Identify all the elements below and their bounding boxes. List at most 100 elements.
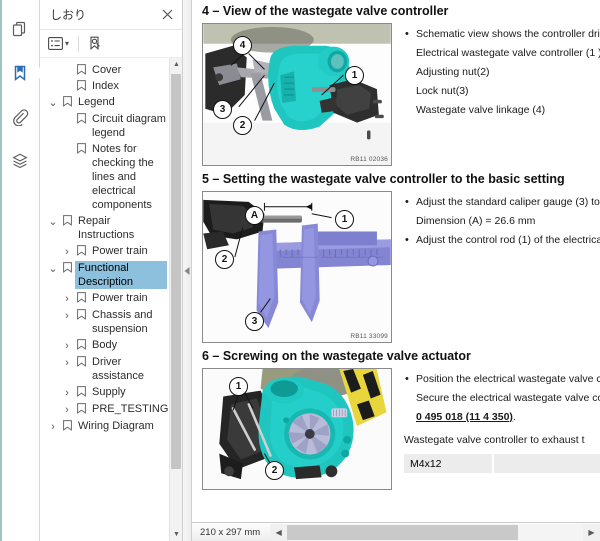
attachment-icon[interactable] <box>5 102 35 132</box>
bullet-item: Dimension (A) = 26.6 mm <box>416 215 536 227</box>
find-current-bookmark-icon[interactable] <box>88 34 103 54</box>
horizontal-scrollbar[interactable]: ◀ ▶ <box>270 523 600 541</box>
hscroll-thumb[interactable] <box>287 524 518 540</box>
chevron-down-icon: ▾ <box>65 39 70 48</box>
chevron-right-icon[interactable]: › <box>60 385 74 400</box>
bookmark-item[interactable]: › Chassis and suspension <box>40 307 169 337</box>
chevron-right-icon[interactable]: › <box>60 308 74 323</box>
bookmark-label: Chassis and suspension <box>92 309 153 335</box>
bookmark-item[interactable]: Circuit diagram legend <box>40 111 169 141</box>
scroll-right-arrow-icon[interactable]: ▶ <box>583 523 600 541</box>
bullet-item: Wastegate valve linkage (4) <box>416 104 546 116</box>
hscroll-track[interactable] <box>287 523 583 541</box>
chevron-right-icon[interactable]: › <box>60 355 74 370</box>
bullet-item: Electrical wastegate valve controller (1… <box>416 47 600 59</box>
pdf-reader-window: しおり ▾ Cover Index ⌄ Legend Circuit diagr… <box>0 0 600 541</box>
bookmark-glyph-icon <box>74 291 89 303</box>
bookmark-item[interactable]: › PRE_TESTING <box>40 401 169 418</box>
section-title-5: 5 – Setting the wastegate valve controll… <box>202 172 565 186</box>
page-size-label: 210 x 297 mm <box>200 526 261 538</box>
bookmark-label: Functional Description <box>75 261 167 289</box>
bookmarks-panel-header: しおり <box>40 0 182 30</box>
figure-callout-2: 2 <box>233 116 252 135</box>
figure-callout-2: 2 <box>215 250 234 269</box>
chevron-down-icon[interactable]: ⌄ <box>46 261 60 276</box>
bookmark-label: Body <box>92 339 118 351</box>
figure-callout-1: 1 <box>345 66 364 85</box>
bookmarks-panel: しおり ▾ Cover Index ⌄ Legend Circuit diagr… <box>40 0 183 541</box>
chevron-right-icon[interactable]: › <box>60 338 74 353</box>
bookmark-tree[interactable]: Cover Index ⌄ Legend Circuit diagram legend N… <box>40 58 169 541</box>
bookmark-glyph-icon <box>60 261 75 273</box>
bookmark-glyph-icon <box>74 244 89 256</box>
chevron-down-icon[interactable]: ⌄ <box>46 214 60 229</box>
options-menu-icon[interactable]: ▾ <box>48 34 69 54</box>
pages-icon[interactable] <box>5 14 35 44</box>
table-heading-row: Wastegate valve controller to exhaust t <box>404 431 600 450</box>
chevron-right-icon[interactable]: › <box>60 244 74 259</box>
bookmark-item[interactable]: › Power train <box>40 243 169 260</box>
layers-icon[interactable] <box>5 146 35 176</box>
bookmark-label: Power train <box>92 245 148 257</box>
bookmark-icon[interactable] <box>5 58 44 88</box>
bookmark-glyph-icon <box>74 355 89 367</box>
bookmark-item[interactable]: Index <box>40 78 169 94</box>
bullet-item: Position the electrical wastegate valve … <box>404 370 600 389</box>
bookmark-item[interactable]: ⌄ Repair Instructions <box>40 213 169 243</box>
figure-callout-3: 3 <box>213 100 232 119</box>
bookmark-label: Index <box>92 80 119 92</box>
bookmark-glyph-icon <box>74 338 89 350</box>
scroll-left-arrow-icon[interactable]: ◀ <box>270 523 288 541</box>
bookmark-item[interactable]: › Wiring Diagram <box>40 418 169 435</box>
bullet-item: Adjust the control rod (1) of the electr… <box>404 231 600 250</box>
bookmark-item[interactable]: ⌄ Functional Description <box>40 260 169 290</box>
bullet-item: Secure the electrical wastegate valve co <box>416 392 600 404</box>
sidebar-collapse-handle[interactable] <box>183 0 192 541</box>
scroll-down-arrow-icon[interactable]: ▼ <box>170 528 182 541</box>
chevron-right-icon[interactable]: › <box>60 291 74 306</box>
bookmark-label: Power train <box>92 292 148 304</box>
bookmark-item[interactable]: › Driver assistance <box>40 354 169 384</box>
bookmarks-toolbar: ▾ <box>40 30 182 58</box>
close-icon[interactable] <box>158 6 176 24</box>
figure-callout-a: A <box>245 206 264 225</box>
bookmarks-vertical-scrollbar[interactable]: ▲ ▼ <box>169 58 182 541</box>
bullet-item: Lock nut(3) <box>416 85 469 97</box>
bookmark-item[interactable]: › Power train <box>40 290 169 307</box>
bookmark-item[interactable]: › Supply <box>40 384 169 401</box>
torque-spec-link[interactable]: 0 495 018 (11 4 350) <box>416 411 513 423</box>
scrollbar-thumb[interactable] <box>171 74 181 469</box>
table-heading: Wastegate valve controller to exhaust t <box>404 434 585 446</box>
pdf-page: 4 – View of the wastegate valve controll… <box>192 0 600 522</box>
section-4-bullets: Schematic view shows the controller driv… <box>404 23 600 120</box>
bullet-item: Schematic view shows the controller driv <box>404 25 600 44</box>
bullet-item: Adjusting nut(2) <box>416 66 490 78</box>
bookmark-glyph-icon <box>74 308 89 320</box>
table-cell-part: M4x12 <box>404 454 492 473</box>
figure-callout-4: 4 <box>233 36 252 55</box>
sidebar-icon-rail <box>0 0 44 541</box>
figure-callout-2: 2 <box>265 461 284 480</box>
bookmark-item[interactable]: Cover <box>40 62 169 78</box>
bookmark-item[interactable]: Notes for checking the lines and electri… <box>40 141 169 213</box>
toolbar-divider <box>78 35 80 52</box>
chevron-right-icon[interactable]: › <box>46 419 60 434</box>
section-6-bullets: Position the electrical wastegate valve … <box>404 368 600 473</box>
bookmark-item[interactable]: ⌄ Legend <box>40 94 169 111</box>
bookmark-label: Repair Instructions <box>78 215 135 241</box>
section-4: 4 3 2 1 RB11 02036 Schematic view shows … <box>202 23 600 166</box>
figure-callout-3: 3 <box>245 312 264 331</box>
chevron-right-icon[interactable]: › <box>60 402 74 417</box>
bookmark-item[interactable]: › Body <box>40 337 169 354</box>
bookmark-glyph-icon <box>74 112 89 124</box>
scroll-up-arrow-icon[interactable]: ▲ <box>170 58 182 71</box>
figure-callout-1: 1 <box>335 210 354 229</box>
section-6: 1 2 Position the electrical wastegate va… <box>202 368 600 490</box>
figure-callout-1: 1 <box>229 377 248 396</box>
bookmark-label: PRE_TESTING <box>92 403 169 415</box>
chevron-down-icon[interactable]: ⌄ <box>46 95 60 110</box>
figure-caption-4: RB11 02036 <box>350 156 388 163</box>
figure-caption-5: RB11 33099 <box>350 333 388 340</box>
